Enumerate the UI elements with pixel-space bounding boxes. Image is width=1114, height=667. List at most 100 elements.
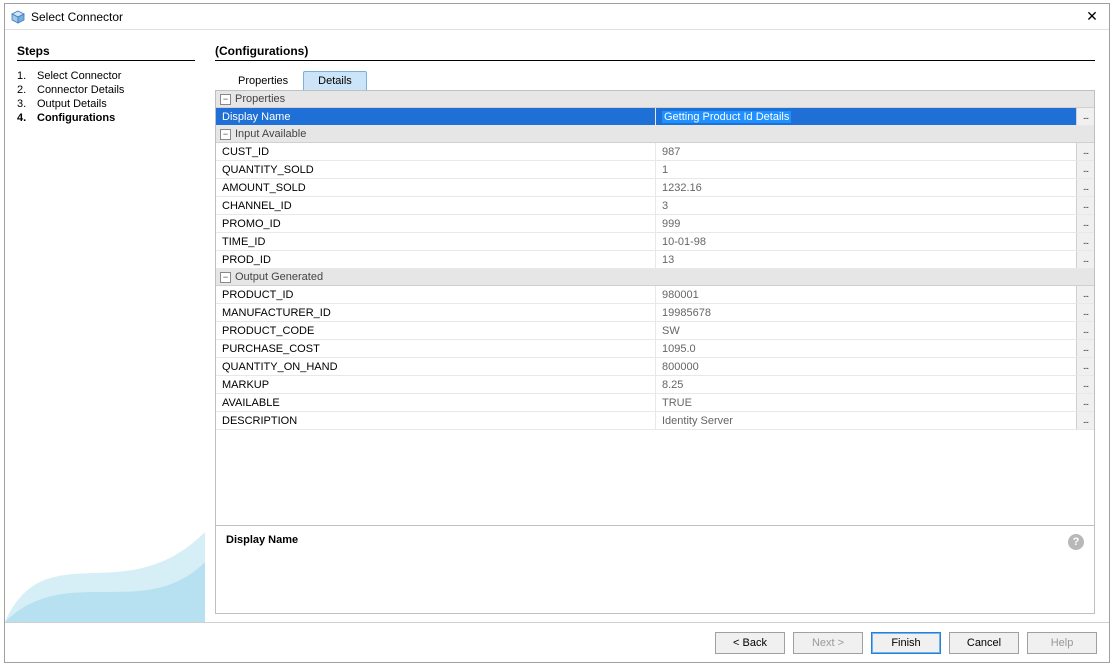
property-value-cell[interactable]: SW... bbox=[656, 322, 1094, 339]
property-value-cell[interactable]: TRUE... bbox=[656, 394, 1094, 411]
property-row[interactable]: CHANNEL_ID3... bbox=[216, 197, 1094, 215]
collapse-icon[interactable]: − bbox=[220, 272, 231, 283]
ellipsis-button[interactable]: ... bbox=[1076, 179, 1094, 196]
property-row[interactable]: TIME_ID10-01-98... bbox=[216, 233, 1094, 251]
property-row[interactable]: AVAILABLETRUE... bbox=[216, 394, 1094, 412]
property-value: Identity Server bbox=[662, 415, 733, 427]
decorative-swoosh bbox=[5, 502, 205, 622]
property-row[interactable]: PROD_ID13... bbox=[216, 251, 1094, 269]
property-row[interactable]: AMOUNT_SOLD1232.16... bbox=[216, 179, 1094, 197]
collapse-icon[interactable]: − bbox=[220, 94, 231, 105]
ellipsis-button[interactable]: ... bbox=[1076, 197, 1094, 214]
step-label: Output Details bbox=[37, 98, 107, 110]
step-item: 1.Select Connector bbox=[17, 69, 195, 83]
property-label: AVAILABLE bbox=[216, 394, 656, 411]
dialog-body: Steps 1.Select Connector2.Connector Deta… bbox=[5, 30, 1109, 622]
ellipsis-button[interactable]: ... bbox=[1076, 340, 1094, 357]
property-grid[interactable]: −PropertiesDisplay NameGetting Product I… bbox=[215, 90, 1095, 526]
property-value-cell[interactable]: 1095.0... bbox=[656, 340, 1094, 357]
tab-bar: PropertiesDetails bbox=[215, 71, 1095, 90]
property-value-cell[interactable]: 10-01-98... bbox=[656, 233, 1094, 250]
property-row[interactable]: CUST_ID987... bbox=[216, 143, 1094, 161]
ellipsis-button[interactable]: ... bbox=[1076, 233, 1094, 250]
step-number: 3. bbox=[17, 98, 37, 110]
ellipsis-button[interactable]: ... bbox=[1076, 286, 1094, 303]
ellipsis-button[interactable]: ... bbox=[1076, 358, 1094, 375]
ellipsis-button[interactable]: ... bbox=[1076, 251, 1094, 268]
main-panel: (Configurations) PropertiesDetails −Prop… bbox=[207, 30, 1109, 622]
property-row[interactable]: PROMO_ID999... bbox=[216, 215, 1094, 233]
ellipsis-button[interactable]: ... bbox=[1076, 322, 1094, 339]
select-connector-dialog: Select Connector ✕ Steps 1.Select Connec… bbox=[4, 3, 1110, 663]
property-row[interactable]: PRODUCT_ID980001... bbox=[216, 286, 1094, 304]
property-label: MARKUP bbox=[216, 376, 656, 393]
section-title: Input Available bbox=[235, 128, 306, 140]
step-number: 4. bbox=[17, 112, 37, 124]
property-label: TIME_ID bbox=[216, 233, 656, 250]
steps-heading: Steps bbox=[17, 44, 195, 61]
property-value-cell[interactable]: 1232.16... bbox=[656, 179, 1094, 196]
property-value-cell[interactable]: 3... bbox=[656, 197, 1094, 214]
cancel-button[interactable]: Cancel bbox=[949, 632, 1019, 654]
property-value-cell[interactable]: 19985678... bbox=[656, 304, 1094, 321]
property-value: 999 bbox=[662, 218, 680, 230]
property-label: CHANNEL_ID bbox=[216, 197, 656, 214]
property-row[interactable]: MANUFACTURER_ID19985678... bbox=[216, 304, 1094, 322]
property-label: PROMO_ID bbox=[216, 215, 656, 232]
ellipsis-button[interactable]: ... bbox=[1076, 161, 1094, 178]
property-value-cell[interactable]: 1... bbox=[656, 161, 1094, 178]
property-row[interactable]: Display NameGetting Product Id Details..… bbox=[216, 108, 1094, 126]
ellipsis-button[interactable]: ... bbox=[1076, 108, 1094, 125]
property-value-editing[interactable]: Getting Product Id Details bbox=[662, 111, 791, 123]
property-value-cell[interactable]: 980001... bbox=[656, 286, 1094, 303]
cube-icon bbox=[11, 10, 25, 24]
property-row[interactable]: QUANTITY_ON_HAND800000... bbox=[216, 358, 1094, 376]
property-value: 1232.16 bbox=[662, 182, 702, 194]
ellipsis-button[interactable]: ... bbox=[1076, 376, 1094, 393]
help-icon[interactable]: ? bbox=[1068, 534, 1084, 550]
property-value-cell[interactable]: Getting Product Id Details... bbox=[656, 108, 1094, 125]
close-icon[interactable]: ✕ bbox=[1081, 7, 1103, 27]
property-row[interactable]: PRODUCT_CODESW... bbox=[216, 322, 1094, 340]
property-label: AMOUNT_SOLD bbox=[216, 179, 656, 196]
ellipsis-button[interactable]: ... bbox=[1076, 215, 1094, 232]
section-header[interactable]: −Input Available bbox=[216, 126, 1094, 143]
property-label: PURCHASE_COST bbox=[216, 340, 656, 357]
section-header[interactable]: −Output Generated bbox=[216, 269, 1094, 286]
ellipsis-button[interactable]: ... bbox=[1076, 143, 1094, 160]
property-value: 980001 bbox=[662, 289, 699, 301]
property-value: 3 bbox=[662, 200, 668, 212]
tab-properties[interactable]: Properties bbox=[223, 71, 303, 90]
property-label: QUANTITY_SOLD bbox=[216, 161, 656, 178]
finish-button[interactable]: Finish bbox=[871, 632, 941, 654]
property-row[interactable]: MARKUP8.25... bbox=[216, 376, 1094, 394]
step-number: 2. bbox=[17, 84, 37, 96]
property-value-cell[interactable]: 8.25... bbox=[656, 376, 1094, 393]
property-row[interactable]: PURCHASE_COST1095.0... bbox=[216, 340, 1094, 358]
property-value-cell[interactable]: 13... bbox=[656, 251, 1094, 268]
ellipsis-button[interactable]: ... bbox=[1076, 304, 1094, 321]
tab-details[interactable]: Details bbox=[303, 71, 367, 90]
back-button[interactable]: < Back bbox=[715, 632, 785, 654]
step-label: Connector Details bbox=[37, 84, 124, 96]
help-button: Help bbox=[1027, 632, 1097, 654]
section-header[interactable]: −Properties bbox=[216, 91, 1094, 108]
property-row[interactable]: DESCRIPTIONIdentity Server... bbox=[216, 412, 1094, 430]
ellipsis-button[interactable]: ... bbox=[1076, 412, 1094, 429]
property-value-cell[interactable]: 987... bbox=[656, 143, 1094, 160]
description-panel: Display Name ? bbox=[215, 526, 1095, 614]
property-row[interactable]: QUANTITY_SOLD1... bbox=[216, 161, 1094, 179]
ellipsis-button[interactable]: ... bbox=[1076, 394, 1094, 411]
property-value: 1095.0 bbox=[662, 343, 696, 355]
step-item: 3.Output Details bbox=[17, 97, 195, 111]
window-title: Select Connector bbox=[31, 10, 1081, 24]
button-bar: < Back Next > Finish Cancel Help bbox=[5, 622, 1109, 662]
property-label: PROD_ID bbox=[216, 251, 656, 268]
next-button: Next > bbox=[793, 632, 863, 654]
section-title: Properties bbox=[235, 93, 285, 105]
grid-spacer bbox=[216, 430, 1094, 490]
property-value-cell[interactable]: 999... bbox=[656, 215, 1094, 232]
property-value-cell[interactable]: Identity Server... bbox=[656, 412, 1094, 429]
collapse-icon[interactable]: − bbox=[220, 129, 231, 140]
property-value-cell[interactable]: 800000... bbox=[656, 358, 1094, 375]
